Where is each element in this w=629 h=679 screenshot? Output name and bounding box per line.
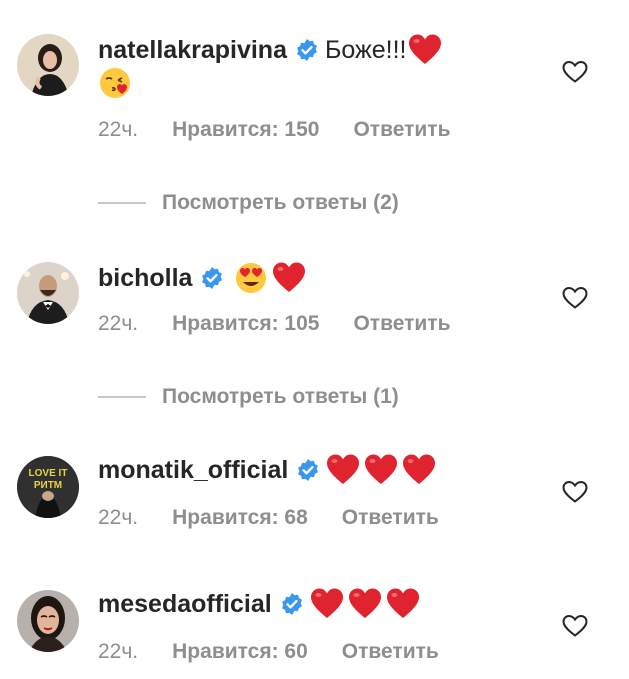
view-replies-label: Посмотреть ответы (2) [162, 191, 399, 214]
verified-badge-icon [296, 458, 320, 482]
comment-second-line [98, 66, 136, 100]
timestamp[interactable]: 22ч. [98, 640, 138, 664]
comment-text: Боже!!! [324, 35, 407, 64]
verified-badge-icon [280, 592, 304, 616]
avatar[interactable] [17, 590, 79, 652]
comment-meta: 22ч. Нравится: 60 Ответить [98, 638, 439, 666]
divider-line [98, 202, 146, 204]
username[interactable]: mesedaofficial [98, 590, 272, 619]
comment-main-line: mesedaofficial [98, 584, 424, 624]
comment-main-line: monatik_official [98, 450, 440, 490]
username[interactable]: natellakrapivina [98, 36, 287, 65]
view-replies-button[interactable]: Посмотреть ответы (1) [98, 382, 399, 412]
comments-list: natellakrapivina Боже!!! 22ч. Нравится: … [0, 0, 629, 679]
svg-text:РИТМ: РИТМ [34, 480, 62, 491]
like-count[interactable]: Нравится: 68 [172, 506, 308, 530]
view-replies-label: Посмотреть ответы (1) [162, 385, 399, 408]
heart-eyes-icon [234, 261, 268, 295]
avatar[interactable]: LOVE IT РИТМ [17, 456, 79, 518]
comment-meta: 22ч. Нравится: 150 Ответить [98, 116, 451, 144]
red-heart-icon [364, 453, 398, 487]
avatar[interactable] [17, 262, 79, 324]
red-heart-icon [310, 587, 344, 621]
like-heart-icon[interactable] [562, 480, 588, 504]
like-heart-icon[interactable] [562, 60, 588, 84]
red-heart-icon [386, 587, 420, 621]
avatar-text: LOVE IT [29, 468, 68, 479]
face-blowing-kiss-icon [98, 66, 132, 100]
red-heart-icon [408, 33, 442, 67]
reply-button[interactable]: Ответить [342, 506, 439, 530]
comment-main-line: natellakrapivina Боже!!! [98, 30, 446, 70]
divider-line [98, 396, 146, 398]
timestamp[interactable]: 22ч. [98, 312, 138, 336]
comment-meta: 22ч. Нравится: 68 Ответить [98, 504, 439, 532]
timestamp[interactable]: 22ч. [98, 506, 138, 530]
like-heart-icon[interactable] [562, 286, 588, 310]
like-count[interactable]: Нравится: 105 [172, 312, 319, 336]
red-heart-icon [272, 261, 306, 295]
view-replies-button[interactable]: Посмотреть ответы (2) [98, 188, 399, 218]
reply-button[interactable]: Ответить [353, 312, 450, 336]
like-count[interactable]: Нравится: 150 [172, 118, 319, 142]
username[interactable]: monatik_official [98, 456, 288, 485]
verified-badge-icon [200, 266, 224, 290]
reply-button[interactable]: Ответить [353, 118, 450, 142]
avatar[interactable] [17, 34, 79, 96]
username[interactable]: bicholla [98, 264, 192, 293]
red-heart-icon [348, 587, 382, 621]
like-count[interactable]: Нравится: 60 [172, 640, 308, 664]
red-heart-icon [402, 453, 436, 487]
red-heart-icon [326, 453, 360, 487]
timestamp[interactable]: 22ч. [98, 118, 138, 142]
comment-meta: 22ч. Нравится: 105 Ответить [98, 310, 451, 338]
verified-badge-icon [295, 38, 319, 62]
like-heart-icon[interactable] [562, 614, 588, 638]
comment-main-line: bicholla [98, 258, 310, 298]
reply-button[interactable]: Ответить [342, 640, 439, 664]
